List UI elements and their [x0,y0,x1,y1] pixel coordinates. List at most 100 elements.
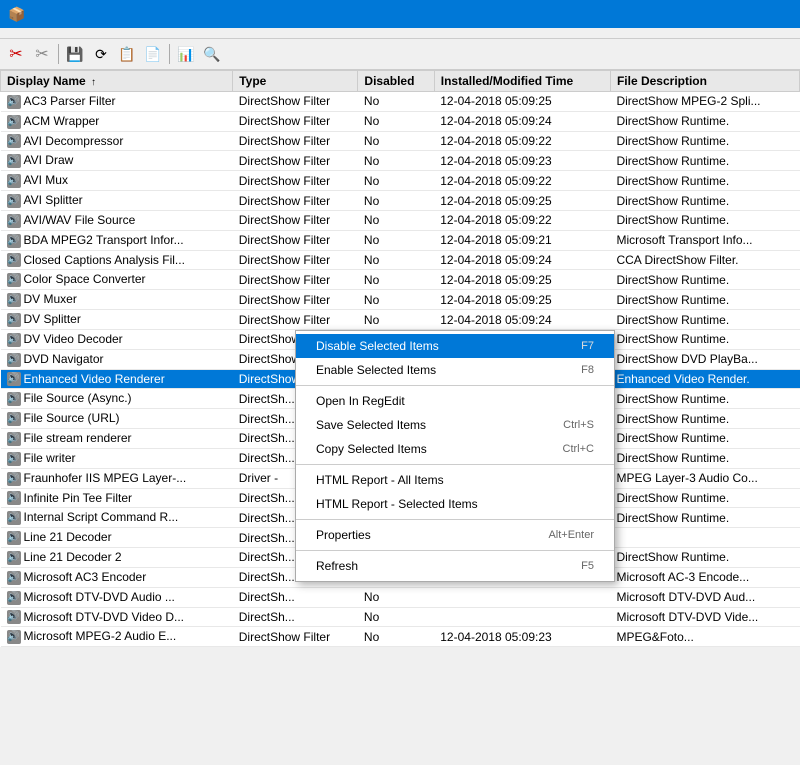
context-menu-item[interactable]: Open In RegEdit [296,389,614,413]
context-menu-separator [296,464,614,465]
context-menu-item[interactable]: HTML Report - All Items [296,468,614,492]
table-row[interactable]: 🔊AVI Draw DirectShow Filter No 12-04-201… [1,151,800,171]
cell-type: DirectShow Filter [233,191,358,211]
context-menu-item[interactable]: HTML Report - Selected Items [296,492,614,516]
toolbar-cut-btn[interactable]: ✂ [4,42,28,66]
toolbar-report-btn[interactable]: 📊 [174,42,198,66]
cell-installed-time: 12-04-2018 05:09:25 [434,92,610,112]
toolbar-cut2-btn[interactable]: ✂ [30,42,54,66]
toolbar-search-btn[interactable]: 🔍 [200,42,224,66]
title-bar: 📦 [0,0,800,28]
cell-file-description: DirectShow Runtime. [610,429,799,449]
context-menu-item[interactable]: Properties Alt+Enter [296,523,614,547]
cell-installed-time [434,587,610,607]
menu-options[interactable] [52,30,68,36]
cell-display-name: 🔊AC3 Parser Filter [1,92,233,112]
cell-file-description: DirectShow Runtime. [610,508,799,528]
cell-display-name: 🔊Line 21 Decoder [1,528,233,548]
table-row[interactable]: 🔊AVI Splitter DirectShow Filter No 12-04… [1,191,800,211]
table-row[interactable]: 🔊Microsoft DTV-DVD Audio ... DirectSh...… [1,587,800,607]
context-menu-item[interactable]: Refresh F5 [296,554,614,578]
table-row[interactable]: 🔊Color Space Converter DirectShow Filter… [1,270,800,290]
cell-file-description: DirectShow Runtime. [610,389,799,409]
col-file-description[interactable]: File Description [610,71,799,92]
context-menu-item-label: Disable Selected Items [316,339,439,353]
toolbar-copy-btn[interactable]: 📋 [115,42,139,66]
cell-type: DirectShow Filter [233,111,358,131]
table-row[interactable]: 🔊AVI/WAV File Source DirectShow Filter N… [1,210,800,230]
cell-file-description: DirectShow Runtime. [610,171,799,191]
cell-display-name: 🔊File writer [1,448,233,468]
context-menu-item-label: Properties [316,528,371,542]
cell-display-name: 🔊BDA MPEG2 Transport Infor... [1,230,233,250]
context-menu: Disable Selected Items F7 Enable Selecte… [295,330,615,582]
menu-view[interactable] [36,30,52,36]
table-container: Display Name ↑ Type Disabled Installed/M… [0,70,800,747]
menu-help[interactable] [68,30,84,36]
toolbar: ✂ ✂ 💾 ⟳ 📋 📄 📊 🔍 [0,39,800,70]
context-menu-item-label: Refresh [316,559,358,573]
table-row[interactable]: 🔊DV Muxer DirectShow Filter No 12-04-201… [1,290,800,310]
cell-installed-time: 12-04-2018 05:09:23 [434,627,610,647]
cell-installed-time: 12-04-2018 05:09:23 [434,151,610,171]
cell-file-description: CCA DirectShow Filter. [610,250,799,270]
context-menu-item[interactable]: Disable Selected Items F7 [296,334,614,358]
table-row[interactable]: 🔊AVI Mux DirectShow Filter No 12-04-2018… [1,171,800,191]
context-menu-item-label: Copy Selected Items [316,442,427,456]
cell-file-description: DirectShow Runtime. [610,488,799,508]
context-menu-item[interactable]: Copy Selected Items Ctrl+C [296,437,614,461]
context-menu-shortcut: F8 [581,364,594,376]
cell-disabled: No [358,230,434,250]
context-menu-item[interactable]: Enable Selected Items F8 [296,358,614,382]
toolbar-doc-btn[interactable]: 📄 [141,42,165,66]
cell-type: DirectShow Filter [233,151,358,171]
cell-file-description: DirectShow Runtime. [610,290,799,310]
col-disabled[interactable]: Disabled [358,71,434,92]
menu-edit[interactable] [20,30,36,36]
cell-display-name: 🔊Enhanced Video Renderer [1,369,233,389]
col-display-name[interactable]: Display Name ↑ [1,71,233,92]
table-row[interactable]: 🔊AC3 Parser Filter DirectShow Filter No … [1,92,800,112]
context-menu-item-label: HTML Report - Selected Items [316,497,478,511]
cell-disabled: No [358,270,434,290]
cell-file-description: DirectShow Runtime. [610,210,799,230]
table-row[interactable]: 🔊DV Splitter DirectShow Filter No 12-04-… [1,310,800,330]
cell-disabled: No [358,607,434,627]
cell-file-description: DirectShow Runtime. [610,131,799,151]
toolbar-refresh-btn[interactable]: ⟳ [89,42,113,66]
cell-file-description: Enhanced Video Render. [610,369,799,389]
cell-disabled: No [358,151,434,171]
cell-file-description: DirectShow Runtime. [610,270,799,290]
table-row[interactable]: 🔊BDA MPEG2 Transport Infor... DirectShow… [1,230,800,250]
cell-file-description: MPEG&Foto... [610,627,799,647]
cell-installed-time: 12-04-2018 05:09:21 [434,230,610,250]
table-row[interactable]: 🔊AVI Decompressor DirectShow Filter No 1… [1,131,800,151]
cell-display-name: 🔊ACM Wrapper [1,111,233,131]
cell-display-name: 🔊Internal Script Command R... [1,508,233,528]
context-menu-item-label: Save Selected Items [316,418,426,432]
context-menu-separator [296,550,614,551]
toolbar-separator-2 [169,44,170,64]
menu-file[interactable] [4,30,20,36]
table-row[interactable]: 🔊Microsoft DTV-DVD Video D... DirectSh..… [1,607,800,627]
table-row[interactable]: 🔊Microsoft MPEG-2 Audio E... DirectShow … [1,627,800,647]
cell-disabled: No [358,250,434,270]
context-menu-separator [296,385,614,386]
table-row[interactable]: 🔊Closed Captions Analysis Fil... DirectS… [1,250,800,270]
cell-disabled: No [358,290,434,310]
cell-type: DirectShow Filter [233,290,358,310]
context-menu-item-label: Enable Selected Items [316,363,436,377]
col-type[interactable]: Type [233,71,358,92]
col-installed-time[interactable]: Installed/Modified Time [434,71,610,92]
cell-installed-time: 12-04-2018 05:09:24 [434,111,610,131]
cell-file-description: DirectShow DVD PlayBa... [610,349,799,369]
cell-display-name: 🔊File stream renderer [1,429,233,449]
context-menu-item[interactable]: Save Selected Items Ctrl+S [296,413,614,437]
cell-disabled: No [358,92,434,112]
toolbar-save-btn[interactable]: 💾 [63,42,87,66]
table-row[interactable]: 🔊ACM Wrapper DirectShow Filter No 12-04-… [1,111,800,131]
cell-display-name: 🔊File Source (URL) [1,409,233,429]
context-menu-shortcut: Ctrl+C [563,443,594,455]
cell-file-description: DirectShow Runtime. [610,111,799,131]
context-menu-shortcut: F7 [581,340,594,352]
